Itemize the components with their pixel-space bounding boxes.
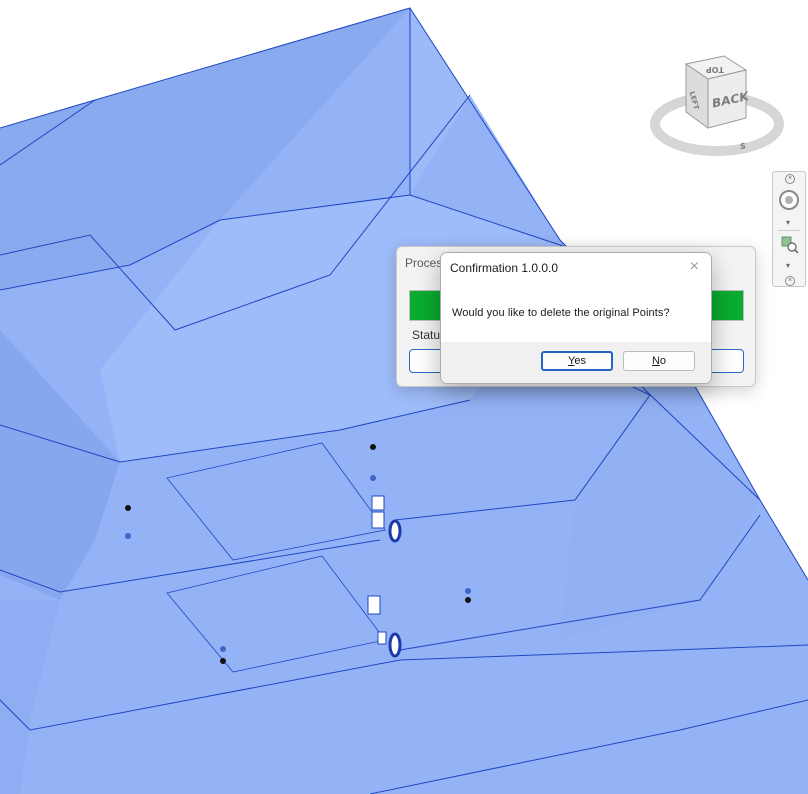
tag-lower-1 <box>367 595 381 615</box>
no-button[interactable]: No <box>623 351 695 371</box>
viewcube[interactable]: BACK TOP LEFT S <box>650 52 785 162</box>
zoom-icon[interactable] <box>781 236 799 254</box>
dialog-titlebar[interactable]: Confirmation 1.0.0.0 × <box>441 253 711 283</box>
point-5[interactable] <box>465 588 471 594</box>
process-status-label: Statu <box>412 328 441 342</box>
marker-upper <box>388 519 402 543</box>
point-3[interactable] <box>125 505 131 511</box>
point-2[interactable] <box>370 475 376 481</box>
viewcube-top-label: TOP <box>706 65 724 74</box>
tag-lower-2 <box>377 631 387 645</box>
tag-upper-2 <box>371 511 385 529</box>
point-1[interactable] <box>370 444 376 450</box>
navigation-bar: × ▾ ▾ × <box>772 171 806 287</box>
point-8[interactable] <box>220 658 226 664</box>
confirmation-dialog: Confirmation 1.0.0.0 × Would you like to… <box>440 252 712 384</box>
point-6[interactable] <box>465 597 471 603</box>
marker-lower <box>388 632 402 658</box>
chevron-down-icon[interactable]: ▾ <box>786 219 790 227</box>
viewcube-compass-s[interactable]: S <box>740 142 746 151</box>
no-label-rest: o <box>659 355 667 367</box>
dialog-title: Confirmation 1.0.0.0 <box>450 261 559 275</box>
yes-label-rest: es <box>574 355 586 367</box>
dialog-message: Would you like to delete the original Po… <box>452 307 670 319</box>
no-mnemonic: N <box>651 355 660 367</box>
point-4[interactable] <box>125 533 131 539</box>
chevron-down-icon[interactable]: ▾ <box>786 262 790 270</box>
navbar-close-icon[interactable]: × <box>785 276 795 286</box>
yes-button[interactable]: Yes <box>541 351 613 371</box>
steering-wheel-icon[interactable] <box>779 190 799 210</box>
point-7[interactable] <box>220 646 226 652</box>
navbar-close-icon[interactable]: × <box>785 174 795 184</box>
tag-upper-1 <box>371 495 385 511</box>
navbar-divider <box>778 230 800 231</box>
process-window-title: Proces <box>405 256 443 270</box>
close-icon[interactable]: × <box>690 258 699 276</box>
